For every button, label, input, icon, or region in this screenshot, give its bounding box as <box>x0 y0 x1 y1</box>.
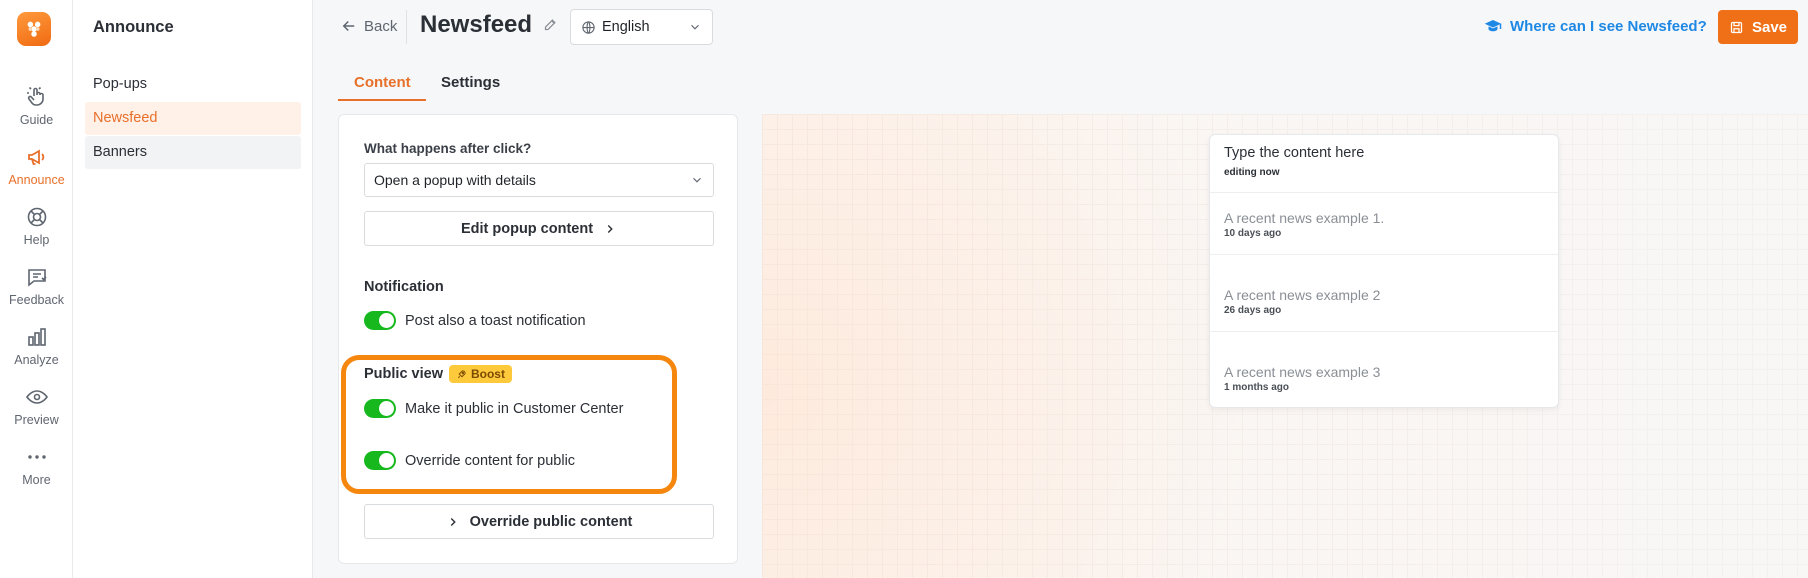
back-button[interactable]: Back <box>340 17 397 35</box>
after-click-label: What happens after click? <box>364 141 532 156</box>
save-label: Save <box>1751 18 1788 36</box>
rail-label: Preview <box>14 413 59 427</box>
rail-label: Guide <box>19 113 54 127</box>
save-icon <box>1730 21 1743 33</box>
feed-item[interactable]: A recent news example 1. 10 days ago <box>1210 210 1558 239</box>
language-select[interactable]: English <box>570 9 713 45</box>
header-divider <box>406 10 407 44</box>
edit-title-button[interactable] <box>543 17 558 37</box>
megaphone-icon <box>27 149 44 165</box>
rail-label: Analyze <box>14 353 59 367</box>
eye-icon <box>25 390 48 404</box>
grapes-logo-icon <box>27 21 41 37</box>
arrow-left-icon <box>342 20 355 32</box>
where-can-i-see-link[interactable]: Where can I see Newsfeed? <box>1484 17 1707 35</box>
rail-item-feedback[interactable]: Feedback <box>0 265 73 307</box>
more-dots-icon <box>27 455 46 459</box>
rail-item-preview[interactable]: Preview <box>0 385 73 427</box>
rail-label: More <box>22 473 51 487</box>
feed-item-time: 10 days ago <box>1224 228 1282 239</box>
toast-notification-toggle[interactable] <box>364 311 396 330</box>
override-public-content-button[interactable]: Override public content <box>364 504 714 539</box>
rail-item-more[interactable]: More <box>0 445 73 487</box>
chevron-down-icon <box>693 177 701 183</box>
save-button[interactable]: Save <box>1718 10 1798 44</box>
newsfeed-preview: Type the content here editing now A rece… <box>1209 134 1559 408</box>
sidebar-item-banners[interactable]: Banners <box>85 136 301 169</box>
feed-editing-status: editing now <box>1224 167 1280 178</box>
chevron-down-icon <box>691 24 699 30</box>
feed-item-time: 26 days ago <box>1224 305 1282 316</box>
feed-item-editing[interactable]: Type the content here editing now <box>1210 145 1558 178</box>
where-label: Where can I see Newsfeed? <box>1510 17 1707 35</box>
sidebar-item-newsfeed[interactable]: Newsfeed <box>85 102 301 135</box>
chevron-right-icon <box>450 517 456 526</box>
after-click-value: Open a popup with details <box>374 172 536 188</box>
lifebuoy-icon <box>27 207 46 227</box>
feed-item-title: A recent news example 3 <box>1224 364 1381 380</box>
feed-item-title: A recent news example 1. <box>1224 210 1385 226</box>
override-button-label: Override public content <box>469 513 633 530</box>
feed-divider <box>1210 192 1558 193</box>
public-view-highlight <box>341 355 677 494</box>
edit-popup-label: Edit popup content <box>460 220 594 237</box>
feed-item[interactable]: A recent news example 2 26 days ago <box>1210 287 1558 316</box>
main-nav-rail: Guide Announce Help Feedback Analyze Pre… <box>0 0 73 578</box>
language-value: English <box>602 19 650 35</box>
globe-icon <box>582 20 595 34</box>
rail-label: Help <box>23 233 50 247</box>
pencil-icon <box>544 19 556 31</box>
hand-pointer-icon <box>26 86 44 106</box>
active-tab-indicator <box>338 99 426 101</box>
page-title: Newsfeed <box>420 11 533 38</box>
tab-content[interactable]: Content <box>354 74 411 91</box>
notification-heading: Notification <box>364 279 444 295</box>
feed-item-time: 1 months ago <box>1224 382 1290 393</box>
rail-item-analyze[interactable]: Analyze <box>0 325 73 367</box>
app-logo[interactable] <box>17 12 51 46</box>
announce-sidebar: Announce Pop-ups Newsfeed Banners <box>73 0 313 578</box>
rail-label: Feedback <box>9 293 64 307</box>
feed-divider <box>1210 254 1558 255</box>
back-label: Back <box>364 17 398 35</box>
edit-popup-content-button[interactable]: Edit popup content <box>364 211 714 246</box>
rail-label: Announce <box>8 173 65 187</box>
sidebar-title: Announce <box>93 18 174 36</box>
chevron-right-icon <box>607 224 613 233</box>
feed-item-title: A recent news example 2 <box>1224 287 1381 303</box>
tab-settings[interactable]: Settings <box>441 74 500 91</box>
toast-notification-row: Post also a toast notification <box>364 311 586 330</box>
toast-label: Post also a toast notification <box>405 312 586 329</box>
feed-editing-title: Type the content here <box>1224 145 1365 161</box>
content-settings-card: What happens after click? Open a popup w… <box>338 114 738 564</box>
rail-item-help[interactable]: Help <box>0 205 73 247</box>
bar-chart-icon <box>27 328 46 346</box>
sidebar-item-popups[interactable]: Pop-ups <box>85 68 301 101</box>
graduation-cap-icon <box>1484 20 1502 32</box>
rail-item-guide[interactable]: Guide <box>0 85 73 127</box>
feed-divider <box>1210 331 1558 332</box>
feedback-icon <box>27 269 47 287</box>
after-click-select[interactable]: Open a popup with details <box>364 163 714 197</box>
feed-item[interactable]: A recent news example 3 1 months ago <box>1210 364 1558 393</box>
rail-item-announce[interactable]: Announce <box>0 145 73 187</box>
